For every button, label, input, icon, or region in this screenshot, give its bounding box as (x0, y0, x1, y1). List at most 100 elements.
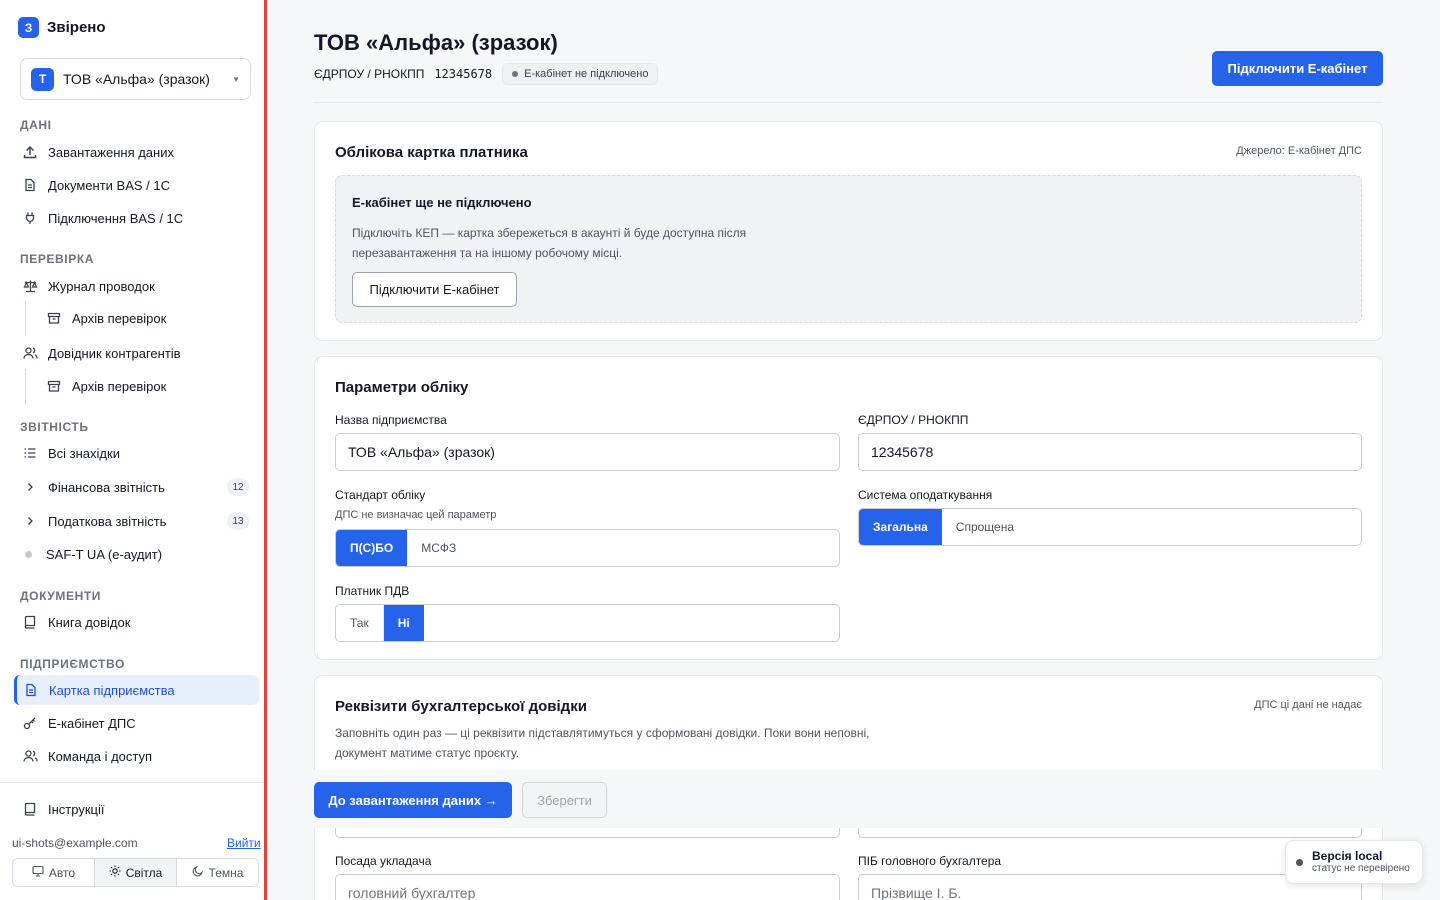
sidebar-item-team[interactable]: Команда і доступ (14, 741, 259, 771)
plug-icon (22, 210, 38, 226)
sidebar: З Звірено Т ТОВ «Альфа» (зразок) ▼ ДАНІ … (0, 0, 267, 900)
tax-system-toggle: Загальна Спрощена (858, 508, 1362, 546)
brand-logo: З (18, 17, 39, 38)
id-label: ЄДРПОУ / РНОКПП (314, 67, 425, 81)
vat-toggle: Так Ні (335, 604, 840, 642)
section-reporting: ЗВІТНІСТЬ (20, 420, 89, 434)
nav-tree-line (25, 301, 26, 336)
book-icon (22, 614, 38, 630)
users-icon (22, 345, 38, 361)
edrpou-input[interactable] (858, 433, 1362, 471)
theme-option-label: Світла (125, 865, 163, 880)
empty-state-text: Підключіть КЕП — картка збережеться в ак… (352, 226, 747, 260)
users-icon (22, 748, 38, 764)
theme-option-dark[interactable]: Темна (177, 859, 258, 886)
theme-option-light[interactable]: Світла (95, 859, 177, 886)
sidebar-item-journal[interactable]: Журнал проводок (14, 271, 259, 301)
version-indicator[interactable]: Версія local статус не перевірено (1285, 840, 1423, 884)
company-switcher-name: ТОВ «Альфа» (зразок) (63, 71, 210, 87)
header-divider (314, 102, 1383, 103)
vat-label: Платник ПДВ (335, 584, 410, 598)
section-company: ПІДПРИЄМСТВО (20, 657, 125, 671)
section-documents: ДОКУМЕНТИ (20, 589, 101, 603)
card-description: Заповніть один раз — ці реквізити підста… (335, 726, 870, 760)
count-badge: 13 (227, 512, 249, 530)
sun-icon (109, 865, 121, 880)
version-title: Версія local (1312, 848, 1383, 863)
card-title: Параметри обліку (335, 379, 469, 396)
sidebar-divider (0, 782, 264, 783)
standard-option-msfz[interactable]: МСФЗ (407, 530, 470, 566)
theme-option-label: Авто (48, 865, 76, 880)
sidebar-item-instructions[interactable]: Інструкції (14, 794, 259, 824)
sidebar-item-all-findings[interactable]: Всі знахідки (14, 438, 259, 468)
sidebar-item-label: Завантаження даних (48, 144, 174, 160)
sidebar-item-upload[interactable]: Завантаження даних (14, 137, 259, 167)
vat-option-no[interactable]: Ні (383, 605, 424, 641)
sidebar-item-bas-docs[interactable]: Документи BAS / 1С (14, 170, 259, 200)
sidebar-item-label: Фінансова звітність (48, 479, 165, 495)
company-name-input[interactable] (335, 433, 840, 471)
sidebar-item-label: Книга довідок (48, 614, 131, 630)
standard-option-psbo[interactable]: П(С)БО (336, 530, 408, 566)
sidebar-item-label: Команда і доступ (48, 748, 153, 764)
sticky-action-bar: До завантаження даних → Зберегти (300, 770, 1400, 828)
sidebar-item-label: Інструкції (48, 801, 105, 817)
sidebar-item-tax[interactable]: Податкова звітність 13 (14, 506, 259, 536)
standard-toggle: П(С)БО МСФЗ (335, 529, 840, 567)
standard-label: Стандарт обліку (335, 488, 426, 502)
accounting-params-card: Параметри обліку Назва підприємства ЄДРП… (314, 356, 1383, 660)
vat-option-yes[interactable]: Так (336, 605, 384, 641)
sidebar-item-book[interactable]: Книга довідок (14, 607, 259, 637)
status-dot-icon (25, 550, 32, 558)
theme-option-label: Темна (208, 865, 244, 880)
sidebar-item-counterparties[interactable]: Довідник контрагентів (14, 338, 259, 368)
brand-name: Звірено (47, 19, 106, 36)
tax-system-option-general[interactable]: Загальна (859, 509, 942, 545)
sidebar-item-saft[interactable]: SAF-T UA (е-аудит) (14, 539, 259, 569)
sidebar-item-counterparties-archive[interactable]: Архів перевірок (38, 371, 259, 401)
position-label: Посада укладача (335, 854, 432, 868)
sidebar-item-company-card[interactable]: Картка підприємства (14, 675, 259, 705)
version-status: статус не перевірено (1312, 862, 1410, 874)
sidebar-item-ecabinet[interactable]: Е-кабінет ДПС (14, 708, 259, 738)
count-badge: 12 (227, 478, 249, 496)
list-icon (22, 445, 38, 461)
connect-ecabinet-button[interactable]: Підключити Е-кабінет (1212, 51, 1383, 86)
save-button[interactable]: Зберегти (522, 782, 607, 818)
sidebar-item-label: Підключення BAS / 1С (48, 210, 184, 226)
position-input[interactable] (335, 874, 840, 900)
user-email: ui-shots@example.com (12, 836, 138, 850)
archive-icon (46, 378, 62, 394)
company-switcher[interactable]: Т ТОВ «Альфа» (зразок) ▼ (20, 58, 251, 100)
card-title: Облікова картка платника (335, 144, 528, 161)
logout-link[interactable]: Вийти (227, 836, 261, 850)
edrpou-label: ЄДРПОУ / РНОКПП (858, 413, 969, 427)
sidebar-item-bas-connect[interactable]: Підключення BAS / 1С (14, 203, 259, 233)
taxpayer-card: Облікова картка платника Джерело: Е-кабі… (314, 121, 1383, 341)
card-source: Джерело: Е-кабінет ДПС (1236, 145, 1362, 157)
card-title: Реквізити бухгалтерської довідки (335, 698, 587, 715)
sidebar-item-label: Всі знахідки (48, 445, 120, 461)
sidebar-item-label: Архів перевірок (72, 378, 167, 394)
sidebar-item-label: Архів перевірок (72, 310, 167, 326)
sidebar-item-financial[interactable]: Фінансова звітність 12 (14, 472, 259, 502)
brand[interactable]: З Звірено (18, 17, 106, 38)
page-title: ТОВ «Альфа» (зразок) (314, 30, 558, 55)
document-icon (23, 682, 39, 698)
id-value: 12345678 (434, 67, 493, 81)
tax-system-option-simplified[interactable]: Спрощена (942, 509, 1028, 545)
go-to-upload-button[interactable]: До завантаження даних → (314, 782, 512, 818)
monitor-icon (32, 865, 44, 880)
theme-option-auto[interactable]: Авто (13, 859, 95, 886)
standard-hint: ДПС не визначає цей параметр (335, 509, 497, 521)
sidebar-item-label: Податкова звітність (48, 513, 167, 529)
upload-icon (22, 144, 38, 160)
sidebar-item-label: Е-кабінет ДПС (48, 715, 136, 731)
sidebar-item-label: Журнал проводок (48, 278, 155, 294)
sidebar-item-journal-archive[interactable]: Архів перевірок (38, 303, 259, 333)
chevron-down-icon: ▼ (232, 74, 240, 84)
status-badge: Е-кабінет не підключено (502, 63, 659, 85)
chevron-right-icon (22, 513, 38, 529)
connect-ecabinet-secondary-button[interactable]: Підключити Е-кабінет (352, 272, 517, 307)
